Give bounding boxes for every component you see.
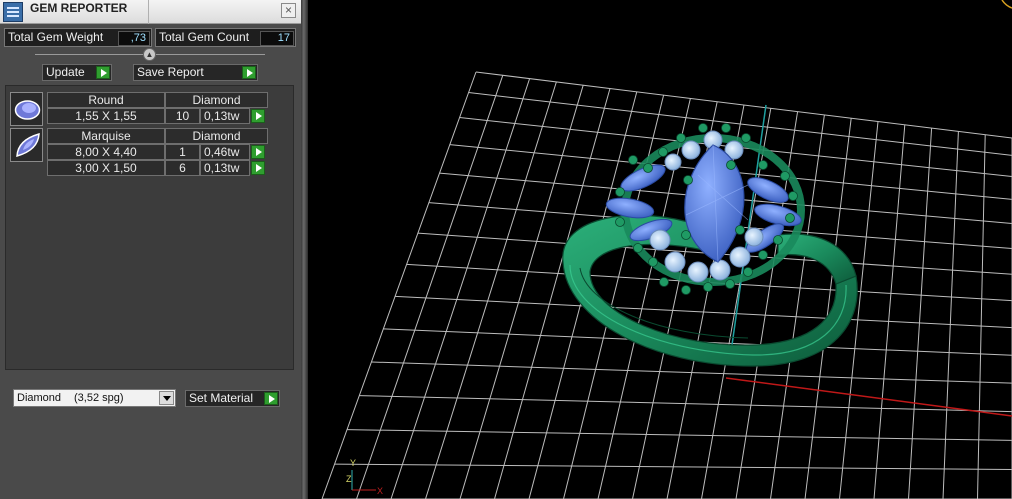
viewport-canvas: Y Z X <box>321 0 1012 499</box>
gem-row-play-button[interactable] <box>251 161 265 175</box>
material-dropdown[interactable]: Diamond (3,52 spg) <box>13 389 176 407</box>
panel-splitter[interactable] <box>301 0 308 499</box>
axis-z-label: Z <box>346 474 352 484</box>
marquise-gem-icon <box>10 128 43 162</box>
report-icon <box>3 2 23 22</box>
total-gem-count-label: Total Gem Count <box>159 30 250 44</box>
gem-material-marquise: Diamond <box>165 128 268 144</box>
axis-y-label: Y <box>350 458 356 468</box>
title-separator <box>148 0 149 24</box>
gem-size: 8,00 X 4,40 <box>47 144 165 160</box>
save-report-button[interactable]: Save Report <box>133 64 258 81</box>
window-title: GEM REPORTER <box>30 1 128 15</box>
total-gem-weight: Total Gem Weight ,73 <box>4 28 152 47</box>
total-gem-count-value: 17 <box>260 31 294 46</box>
title-bar: GEM REPORTER × <box>0 0 301 24</box>
gem-cut-round: Round <box>47 92 165 108</box>
update-button-label: Update <box>46 65 85 79</box>
gem-weight: 0,46tw <box>200 144 250 160</box>
gem-list: Round Diamond 1,55 X 1,55 10 0,13tw Marq… <box>5 85 294 370</box>
gem-count: 1 <box>165 144 200 160</box>
view-cube-icon[interactable] <box>1001 0 1012 9</box>
gem-size: 3,00 X 1,50 <box>47 160 165 176</box>
gem-count: 6 <box>165 160 200 176</box>
gem-size: 1,55 X 1,55 <box>47 108 165 124</box>
total-gem-weight-label: Total Gem Weight <box>8 30 104 44</box>
play-icon <box>264 392 278 405</box>
set-material-button-label: Set Material <box>189 391 254 405</box>
set-material-button[interactable]: Set Material <box>185 390 280 407</box>
gem-material-round: Diamond <box>165 92 268 108</box>
play-icon <box>242 66 256 79</box>
material-name: Diamond <box>17 392 62 404</box>
total-gem-weight-value: ,73 <box>118 31 150 46</box>
round-gem-icon <box>10 92 43 126</box>
gem-reporter-panel: GEM REPORTER × Total Gem Weight ,73 Tota… <box>0 0 301 499</box>
close-icon[interactable]: × <box>281 3 296 18</box>
gem-cut-marquise: Marquise <box>47 128 165 144</box>
slider-handle[interactable]: ▲ <box>143 48 156 61</box>
update-button[interactable]: Update <box>42 64 112 81</box>
gem-weight: 0,13tw <box>200 108 250 124</box>
save-report-button-label: Save Report <box>137 65 204 79</box>
gem-count: 10 <box>165 108 200 124</box>
gem-weight: 0,13tw <box>200 160 250 176</box>
axis-x-label: X <box>377 486 383 496</box>
material-spg: (3,52 spg) <box>74 392 124 404</box>
gem-row-play-button[interactable] <box>251 145 265 159</box>
play-icon <box>96 66 110 79</box>
x-axis-line <box>725 377 1012 417</box>
3d-viewport[interactable]: Y Z X <box>308 0 1012 499</box>
total-gem-count: Total Gem Count 17 <box>155 28 296 47</box>
chevron-down-icon[interactable] <box>159 391 174 405</box>
gem-row-play-button[interactable] <box>251 109 265 123</box>
